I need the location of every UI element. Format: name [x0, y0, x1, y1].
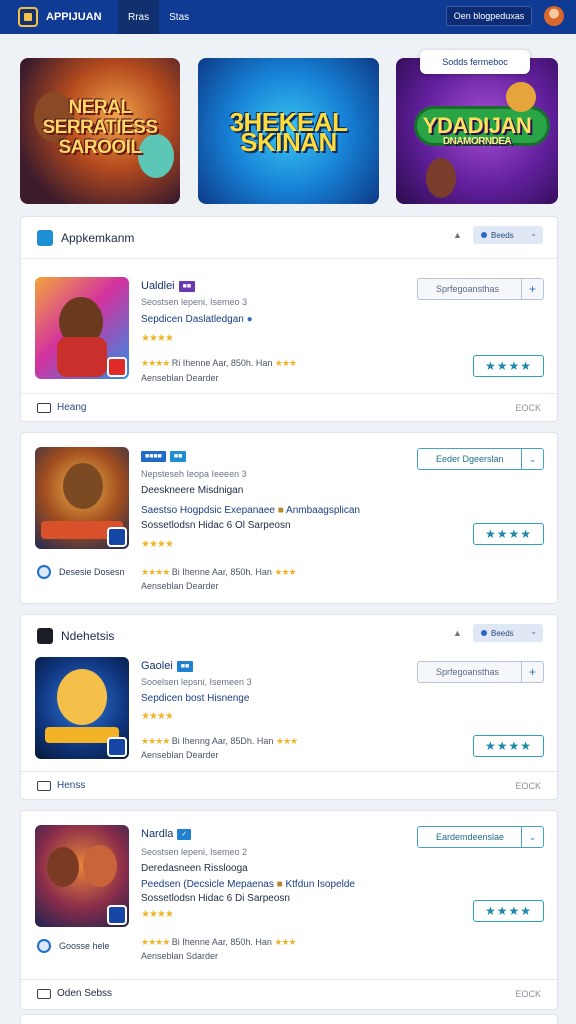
- game-badge-icon: [107, 737, 127, 757]
- game-description-2: Saestso Hogpdsic Exepanaee ■ Anmbaagspli…: [141, 505, 360, 516]
- section-title-1: Appkemkanm: [61, 231, 135, 245]
- game-meta-2: Aenseblan Sdarder: [141, 951, 219, 961]
- section-card-5-partial: [20, 1014, 558, 1024]
- featured-banner-1[interactable]: NERAL SERRATIESS SAROOIL: [20, 58, 180, 204]
- game-title[interactable]: Nardla ✓: [141, 828, 192, 840]
- footer-right-3[interactable]: EOCK: [515, 989, 541, 999]
- footer-media-icon: [37, 781, 51, 791]
- top-bar: APPIJUAN Rras Stas Oen blogpeduxas: [0, 0, 576, 34]
- game-description-3: Sossetlodsn Hidac 6 Ol Sarpeosn: [141, 520, 291, 531]
- section-news-icon: [37, 628, 53, 644]
- filter-pill-2[interactable]: Beeds ⌄: [473, 624, 543, 642]
- game-thumbnail[interactable]: [35, 277, 129, 379]
- section-header-1: Appkemkanm ▲ Beeds ⌄: [21, 217, 557, 259]
- game-description: Deeskneere Misdnigan: [141, 485, 244, 496]
- section-card-4: Nardla ✓ Seostsen lepeni, Isemeo 2 Dereda…: [20, 810, 558, 1010]
- section-card-1: Appkemkanm ▲ Beeds ⌄ Ualdlei ■■ Seostsen …: [20, 216, 558, 422]
- rate-stars-button[interactable]: ★★★★: [473, 900, 544, 922]
- game-description: Deredasneen Risslooga: [141, 863, 248, 874]
- card-footer-2: Henss EOCK: [21, 771, 557, 801]
- publisher-label[interactable]: Goosse hele: [59, 941, 110, 951]
- game-badge-icon: [107, 527, 127, 547]
- game-title[interactable]: Gaolei ■■: [141, 660, 194, 672]
- card-footer-3: Oden Sebss EOCK: [21, 979, 557, 1009]
- game-meta: ★★★★ Bi Ihenng Aar, 85Dh. Han ★★★: [141, 736, 298, 746]
- chevron-down-icon: ⌄: [530, 627, 537, 636]
- game-thumbnail[interactable]: [35, 447, 129, 549]
- game-meta: ★★★★ Bi Ihenne Aar, 850h. Han ★★★: [141, 937, 297, 947]
- game-action-button[interactable]: Sprfegoansthas +: [417, 278, 544, 300]
- game-action-button[interactable]: Eardemdeenslae ⌄: [417, 826, 544, 848]
- game-badge-icon: [107, 905, 127, 925]
- game-meta: ★★★★ Ri Ihenne Aar, 850h. Han ★★★: [141, 358, 297, 368]
- filter-pill-1[interactable]: Beeds ⌄: [473, 226, 543, 244]
- game-meta-2: Aenseblan Dearder: [141, 750, 219, 760]
- section-title-2: Ndehetsis: [61, 629, 115, 643]
- footer-right-1[interactable]: EOCK: [515, 403, 541, 413]
- footer-media-icon: [37, 989, 51, 999]
- section-card-3: Ndehetsis ▲ Beeds ⌄ Gaolei ■■ Sooelsen le…: [20, 614, 558, 800]
- game-title[interactable]: Ualdlei ■■: [141, 280, 196, 292]
- chevron-down-icon: ⌄: [521, 449, 543, 469]
- account-button[interactable]: Oen blogpeduxas: [446, 6, 532, 26]
- publisher-icon: [37, 939, 51, 953]
- nav-tab-2[interactable]: Stas: [159, 0, 199, 34]
- plus-icon: +: [521, 279, 543, 299]
- footer-right-2[interactable]: EOCK: [515, 781, 541, 791]
- game-thumbnail[interactable]: [35, 657, 129, 759]
- banner-3-title: YDADIJAN DNAMORNDEA: [422, 113, 532, 148]
- game-meta-2: Aenseblan Dearder: [141, 581, 219, 591]
- banner-2-title: 3HEKEAL SKINAN: [229, 107, 348, 157]
- game-tag: ■■: [178, 281, 196, 292]
- footer-link-3[interactable]: Oden Sebss: [57, 988, 112, 999]
- game-subtitle: Seostsen lepeni, Isemeo 3: [141, 297, 248, 307]
- plus-icon: +: [521, 662, 543, 682]
- featured-banner-2[interactable]: 3HEKEAL SKINAN: [198, 58, 379, 204]
- card-footer-1: Heang EOCK: [21, 393, 557, 423]
- rate-stars-button[interactable]: ★★★★: [473, 735, 544, 757]
- chevron-down-icon: ⌄: [530, 229, 537, 238]
- publisher-icon: [37, 565, 51, 579]
- publisher-label[interactable]: Desesie Dosesn: [59, 567, 125, 577]
- footer-media-icon: [37, 403, 51, 413]
- game-stars: ★★★★: [141, 539, 174, 550]
- game-description-3: Sossetlodsn Hidac 6 Di Sarpeosn: [141, 893, 290, 904]
- game-action-button[interactable]: Eeder Dgeerslan ⌄: [417, 448, 544, 470]
- collapse-caret-icon[interactable]: ▲: [453, 628, 462, 638]
- rate-stars-button[interactable]: ★★★★: [473, 355, 544, 377]
- game-description-2: Peedsen (Decsicle Mepaenas ■ Ktfdun Isop…: [141, 879, 355, 890]
- game-subtitle: Seostsen lepeni, Isemeo 2: [141, 847, 248, 857]
- section-header-2: Ndehetsis ▲ Beeds ⌄: [21, 615, 557, 657]
- game-meta: ★★★★ Bi Ihenne Aar, 850h. Han ★★★: [141, 567, 297, 577]
- game-action-button[interactable]: Sprfegoansthas +: [417, 661, 544, 683]
- nav-tab-1[interactable]: Rras: [118, 0, 160, 34]
- banner-chip[interactable]: Sodds fermeboc: [420, 50, 530, 74]
- game-badge-icon: [107, 357, 127, 377]
- game-meta-2: Aenseblan Dearder: [141, 373, 219, 383]
- game-stars: ★★★★: [141, 711, 174, 722]
- app-title: APPIJUAN: [46, 11, 102, 23]
- rate-stars-button[interactable]: ★★★★: [473, 523, 544, 545]
- game-description: Sepdicen bost Hisnenge: [141, 693, 250, 704]
- verified-icon: ✓: [177, 829, 192, 840]
- game-tags: ■■■■ ■■: [141, 450, 187, 462]
- footer-link-1[interactable]: Heang: [57, 402, 86, 413]
- game-subtitle: Sooelsen lepsni, Isemeen 3: [141, 677, 252, 687]
- game-description: Sepdicen Daslatledgan ●: [141, 314, 253, 325]
- app-logo-icon[interactable]: [18, 7, 38, 27]
- game-tag: ■■: [176, 661, 194, 672]
- section-apps-icon: [37, 230, 53, 246]
- chevron-down-icon: ⌄: [521, 827, 543, 847]
- game-thumbnail[interactable]: [35, 825, 129, 927]
- section-card-2: ■■■■ ■■ Nepsteseh Ieopa Ieeeen 3 Deesknee…: [20, 432, 558, 604]
- game-stars: ★★★★: [141, 909, 174, 920]
- banner-1-title: NERAL SERRATIESS SAROOIL: [42, 97, 158, 158]
- avatar[interactable]: [544, 6, 564, 26]
- footer-link-2[interactable]: Henss: [57, 780, 85, 791]
- collapse-caret-icon[interactable]: ▲: [453, 230, 462, 240]
- featured-banner-3[interactable]: YDADIJAN DNAMORNDEA: [396, 58, 558, 204]
- game-stars: ★★★★: [141, 333, 174, 344]
- game-subtitle: Nepsteseh Ieopa Ieeeen 3: [141, 469, 247, 479]
